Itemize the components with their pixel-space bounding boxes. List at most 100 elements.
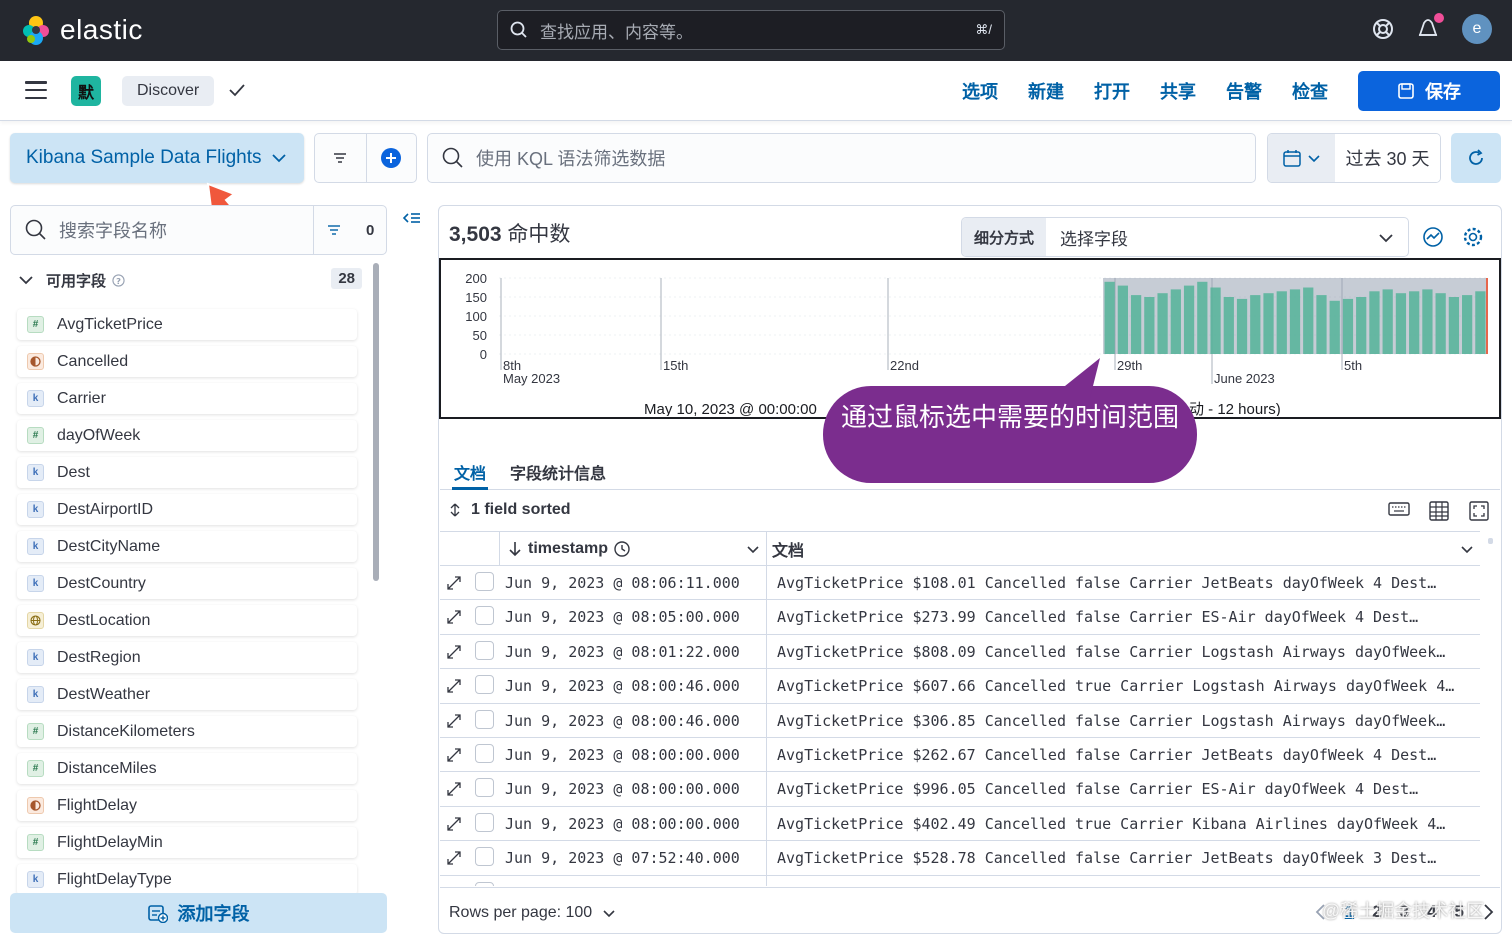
y-tick-label: 50 [473, 328, 487, 343]
column-header-document[interactable]: 文档 [772, 532, 804, 566]
field-item[interactable]: # FlightDelayMin [17, 827, 357, 858]
check-icon[interactable] [228, 81, 246, 99]
grid-scrollbar[interactable] [1488, 538, 1493, 544]
menu-inspect[interactable]: 检查 [1292, 78, 1328, 104]
field-item[interactable]: k DestCountry [17, 568, 357, 599]
menu-share[interactable]: 共享 [1160, 78, 1196, 104]
field-item[interactable]: k DestWeather [17, 679, 357, 710]
row-checkbox[interactable] [475, 709, 494, 729]
filter-options-button[interactable] [315, 134, 366, 182]
row-checkbox[interactable] [475, 743, 494, 763]
row-checkbox[interactable] [475, 847, 494, 867]
expand-icon[interactable] [446, 575, 462, 591]
breakdown-selector[interactable]: 细分方式 选择字段 [961, 217, 1409, 257]
row-checkbox[interactable] [475, 640, 494, 660]
space-selector[interactable]: 默 [71, 76, 101, 106]
row-checkbox[interactable] [475, 675, 494, 695]
visualize-icon[interactable] [1422, 226, 1444, 248]
chevron-down-icon [1379, 234, 1393, 243]
refresh-button[interactable] [1451, 133, 1501, 183]
info-icon[interactable]: ? [112, 273, 125, 287]
table-row[interactable]: Jun 9, 2023 @ 07:52:40.000 AvgTicketPrice… [440, 841, 1480, 876]
global-search-placeholder: 查找应用、内容等。 [540, 22, 693, 42]
column-header-timestamp[interactable]: timestamp [500, 532, 767, 566]
table-row[interactable]: Jun 9, 2023 @ 08:00:46.000 AvgTicketPrice… [440, 703, 1480, 738]
table-row[interactable]: Jun 9, 2023 @ 08:01:22.000 AvgTicketPrice… [440, 634, 1480, 670]
field-item[interactable]: k Carrier [17, 383, 357, 414]
table-row[interactable]: Jun 9, 2023 @ 08:00:00.000 AvgTicketPrice… [440, 772, 1480, 807]
field-item[interactable]: k DestCityName [17, 531, 357, 562]
table-row-partial[interactable] [440, 875, 1480, 886]
add-field-button[interactable]: 添加字段 [10, 893, 387, 933]
field-item[interactable]: k DestAirportID [17, 494, 357, 525]
field-item[interactable]: # AvgTicketPrice [17, 309, 357, 340]
tab-documents[interactable]: 文档 [454, 460, 486, 484]
expand-icon[interactable] [446, 747, 462, 763]
expand-icon[interactable] [446, 713, 462, 729]
menu-options[interactable]: 选项 [962, 78, 998, 104]
expand-icon[interactable] [446, 609, 462, 625]
menu-open[interactable]: 打开 [1094, 78, 1130, 104]
add-filter-button[interactable] [365, 134, 417, 182]
help-icon[interactable] [1372, 18, 1394, 40]
save-button[interactable]: 保存 [1358, 71, 1500, 111]
y-tick-label: 0 [480, 347, 487, 362]
elastic-logo[interactable]: elastic [20, 14, 143, 46]
gear-icon[interactable] [1462, 226, 1484, 248]
field-item[interactable]: k FlightDelayType [17, 864, 357, 895]
breadcrumb-discover[interactable]: Discover [122, 76, 215, 106]
field-item[interactable]: # DistanceKilometers [17, 716, 357, 747]
histogram-bar [1342, 298, 1354, 354]
field-filter-button[interactable]: 0 [313, 206, 387, 254]
histogram-bar [1263, 293, 1274, 354]
table-row[interactable]: Jun 9, 2023 @ 08:00:46.000 AvgTicketPrice… [440, 669, 1480, 704]
menu-alerts[interactable]: 告警 [1226, 78, 1262, 104]
news-feed-button[interactable] [1416, 12, 1444, 44]
rows-per-page-selector[interactable]: Rows per page: 100 [449, 904, 616, 922]
field-item[interactable]: DestLocation [17, 605, 357, 636]
row-checkbox[interactable] [475, 778, 494, 798]
expand-icon[interactable] [446, 644, 462, 660]
expand-icon[interactable] [446, 816, 462, 832]
density-icon[interactable] [1428, 500, 1450, 522]
table-row[interactable]: Jun 9, 2023 @ 08:00:00.000 AvgTicketPrice… [440, 806, 1480, 842]
field-item[interactable]: k Dest [17, 457, 357, 488]
menu-toggle-button[interactable] [25, 81, 47, 99]
field-search-input[interactable]: 搜索字段名称 0 [10, 205, 387, 255]
expand-icon[interactable] [446, 781, 462, 797]
row-checkbox[interactable] [475, 572, 494, 591]
quick-menu-button[interactable] [1268, 134, 1335, 182]
row-checkbox[interactable] [475, 812, 494, 832]
field-item[interactable]: # dayOfWeek [17, 420, 357, 451]
time-range-display[interactable]: 过去 30 天 [1335, 134, 1440, 182]
field-item[interactable]: # DistanceMiles [17, 753, 357, 784]
keyboard-icon[interactable] [1388, 500, 1410, 518]
available-fields-header[interactable]: 可用字段 ? 28 [18, 266, 362, 294]
collapse-sidebar-icon[interactable] [402, 210, 422, 228]
data-view-picker[interactable]: Kibana Sample Data Flights [10, 133, 304, 183]
menu-new[interactable]: 新建 [1028, 78, 1064, 104]
sort-control[interactable]: 1 field sorted [449, 501, 571, 519]
fullscreen-icon[interactable] [1468, 500, 1490, 522]
chevron-down-icon[interactable] [1460, 542, 1474, 556]
breakdown-field-select[interactable]: 选择字段 [1046, 218, 1408, 256]
field-item[interactable]: Cancelled [17, 346, 357, 377]
tab-field-statistics[interactable]: 字段统计信息 [510, 460, 606, 484]
expand-icon[interactable] [446, 678, 462, 694]
add-field-label: 添加字段 [177, 904, 250, 924]
field-item[interactable]: k DestRegion [17, 642, 357, 673]
expand-icon[interactable] [446, 850, 462, 866]
table-row[interactable]: Jun 9, 2023 @ 08:05:00.000 AvgTicketPrice… [440, 600, 1480, 635]
field-item[interactable]: FlightDelay [17, 790, 357, 821]
kql-query-input[interactable]: 使用 KQL 语法筛选数据 [427, 133, 1256, 183]
row-checkbox[interactable] [475, 606, 494, 626]
global-search-input[interactable]: 查找应用、内容等。 ⌘/ [497, 10, 1005, 50]
sidebar-scrollbar[interactable] [373, 263, 379, 581]
row-checkbox[interactable] [475, 881, 494, 886]
table-row[interactable]: Jun 9, 2023 @ 08:06:11.000 AvgTicketPrice… [440, 566, 1480, 601]
user-avatar[interactable]: e [1462, 14, 1492, 44]
chevron-down-icon[interactable] [746, 542, 760, 556]
keyword-type-icon: k [27, 649, 44, 666]
search-icon [25, 219, 46, 240]
table-row[interactable]: Jun 9, 2023 @ 08:00:00.000 AvgTicketPrice… [440, 737, 1480, 773]
